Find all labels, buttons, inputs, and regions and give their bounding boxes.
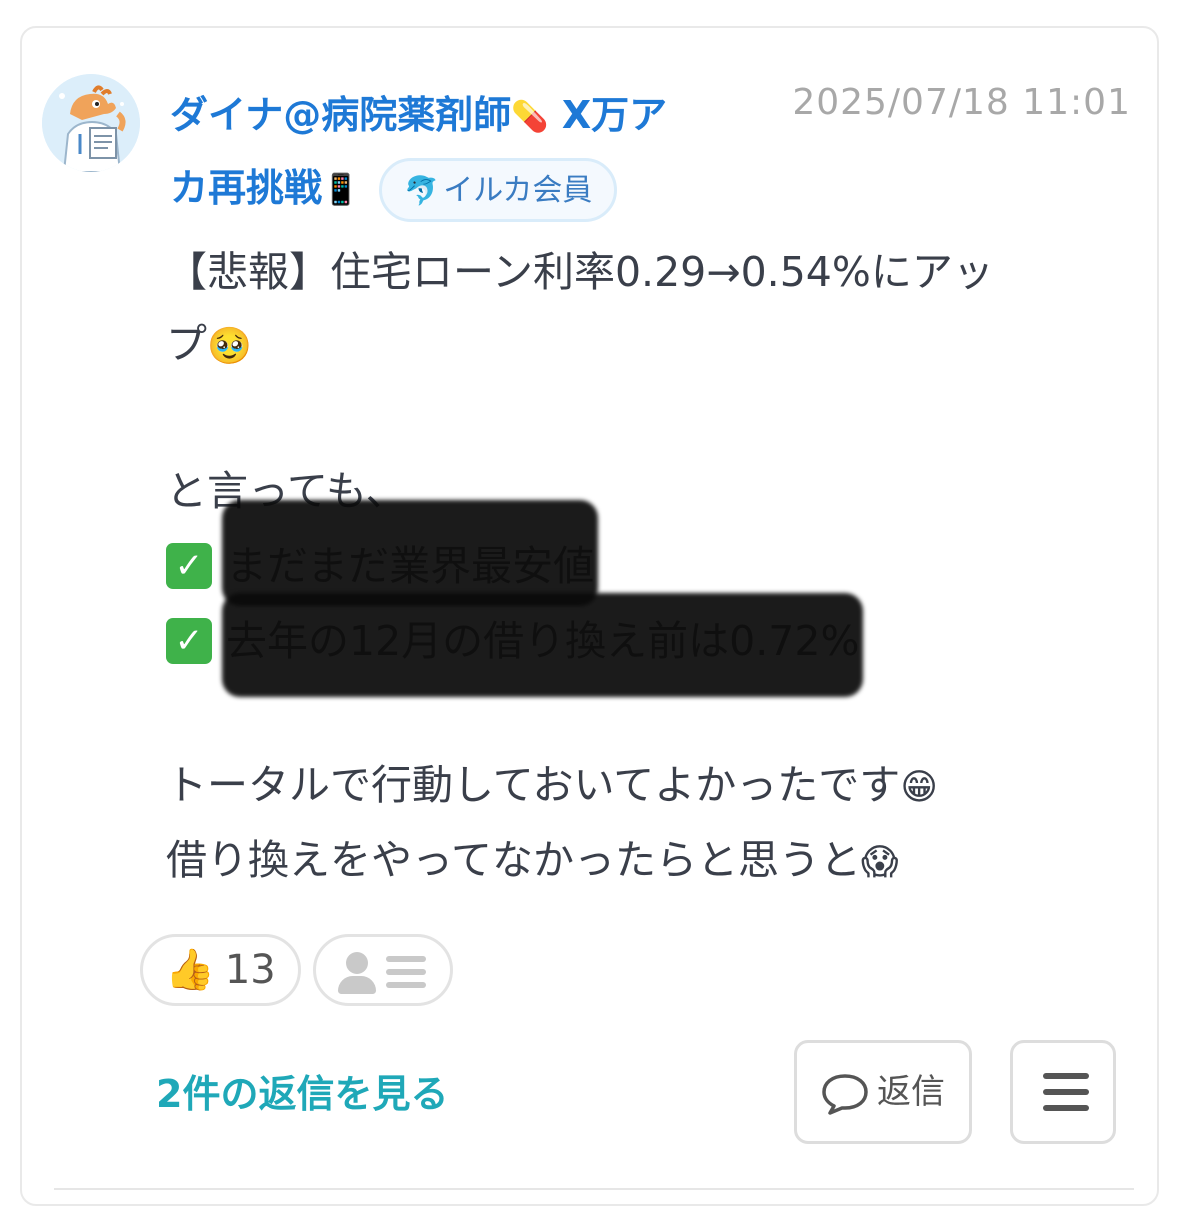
member-badge-label: イルカ会員 [443,173,593,208]
like-button[interactable]: 👍 13 [140,934,301,1006]
user-avatar[interactable] [42,74,140,172]
dinosaur-avatar-icon [42,74,140,172]
checklist-item: ✓ まだまだ業界最安値 [166,527,1126,602]
grinning-face-icon: 😁 [900,767,938,808]
post-line: 【悲報】住宅ローン利率0.29→0.54%にアッ [166,248,994,296]
reply-button-label: 返信 [877,1072,945,1112]
more-menu-button[interactable] [1010,1040,1116,1144]
pleading-face-icon: 🥹 [207,326,252,367]
post-line: トータルで行動しておいてよかったです😁 [166,761,938,809]
reactions-bar: 👍 13 [140,934,453,1008]
post-timestamp: 2025/07/18 11:01 [792,82,1131,123]
pill-icon: 💊 [511,99,549,135]
checklist-item: ✓ 去年の12月の借り換え前は0.72% [166,602,1126,677]
member-badge: 🐬 イルカ会員 [379,158,618,222]
dolphin-icon: 🐬 [404,174,440,207]
check-mark-icon: ✓ [166,543,212,589]
screaming-face-icon: 😱 [860,842,899,883]
view-replies-link[interactable]: 2件の返信を見る [156,1068,448,1120]
post-line: 借り換えをやってなかったらと思うと😱 [166,836,899,884]
check-mark-icon: ✓ [166,618,212,664]
redacted-text: 去年の12月の借り換え前は0.72% [226,605,859,677]
smartphone-icon: 📱 [322,172,360,207]
author-name[interactable]: ダイナ@病院薬剤師💊 X万ア カ再挑戦📱 🐬 イルカ会員 [170,80,740,225]
author-name-line1: ダイナ@病院薬剤師💊 X万ア [170,93,668,137]
viewer-list-icon [337,948,428,996]
viewers-button[interactable] [312,934,453,1006]
post-body: 【悲報】住宅ローン利率0.29→0.54%にアッ プ🥹 と言っても、 ✓ まだまだ… [166,236,1126,899]
thumbs-up-icon: 👍 [165,947,215,993]
like-count: 13 [224,947,276,993]
reply-button[interactable]: 返信 [794,1040,972,1144]
redacted-text: まだまだ業界最安値 [226,530,594,602]
speech-bubble-icon [822,1073,868,1115]
post-line: プ🥹 [166,320,252,368]
author-name-line2: カ再挑戦📱 🐬 イルカ会員 [170,153,740,226]
